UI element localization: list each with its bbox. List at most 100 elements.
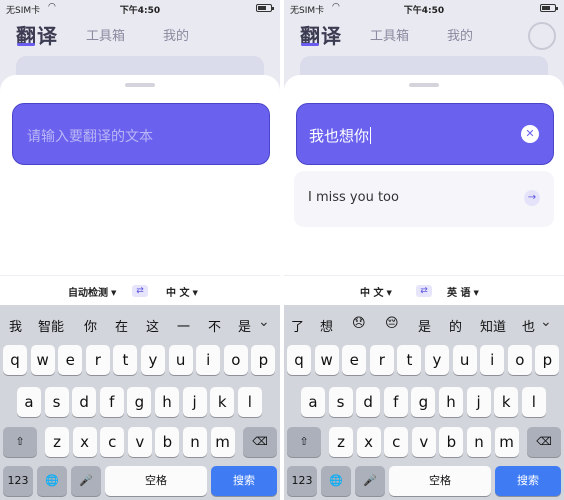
search-key[interactable]: 搜索: [211, 466, 277, 496]
tab-toolbox[interactable]: 工具箱: [370, 25, 409, 44]
tab-toolbox[interactable]: 工具箱: [86, 25, 125, 44]
search-key[interactable]: 搜索: [495, 466, 561, 496]
key-d[interactable]: d: [72, 387, 97, 417]
key-p[interactable]: p: [535, 345, 560, 375]
key-s[interactable]: s: [328, 387, 353, 417]
swap-arrows-icon[interactable]: ⇄: [132, 285, 148, 297]
key-z[interactable]: z: [329, 427, 353, 457]
key-q[interactable]: q: [3, 345, 27, 375]
translate-input[interactable]: 我也想你 ✕: [296, 103, 554, 165]
key-k[interactable]: k: [494, 387, 519, 417]
key-j[interactable]: j: [182, 387, 207, 417]
tab-mine[interactable]: 我的: [163, 25, 189, 44]
delete-key[interactable]: ⌫: [243, 427, 277, 457]
globe-icon[interactable]: 🌐: [37, 466, 67, 496]
shift-key[interactable]: ⇧: [3, 427, 37, 457]
key-h[interactable]: h: [439, 387, 463, 417]
space-key[interactable]: 空格: [105, 466, 207, 496]
key-a[interactable]: a: [17, 387, 41, 417]
globe-icon[interactable]: 🌐: [321, 466, 351, 496]
clear-x-icon[interactable]: ✕: [521, 125, 539, 143]
key-n[interactable]: n: [467, 427, 491, 457]
mic-icon[interactable]: 🎤: [355, 466, 385, 496]
key-v[interactable]: v: [411, 427, 436, 457]
target-language-select[interactable]: 英 语 ▼: [447, 284, 479, 299]
key-w[interactable]: w: [314, 345, 339, 375]
target-language-select[interactable]: 中 文 ▼: [166, 284, 198, 299]
key-f[interactable]: f: [383, 387, 408, 417]
candidate-item[interactable]: 是: [418, 316, 431, 335]
key-y[interactable]: y: [425, 345, 449, 375]
candidate-item[interactable]: 😞: [352, 316, 366, 331]
key-x[interactable]: x: [356, 427, 381, 457]
chevron-down-icon[interactable]: ⌄: [540, 314, 552, 330]
candidate-item[interactable]: 了: [291, 316, 304, 335]
key-o[interactable]: o: [507, 345, 532, 375]
candidate-item[interactable]: 是: [238, 316, 251, 335]
key-c[interactable]: c: [384, 427, 409, 457]
candidate-item[interactable]: 一: [177, 316, 190, 335]
candidate-item[interactable]: 你: [84, 316, 97, 335]
candidate-item[interactable]: 的: [449, 316, 462, 335]
key-i[interactable]: i: [480, 345, 505, 375]
key-r[interactable]: r: [369, 345, 394, 375]
key-s[interactable]: s: [44, 387, 69, 417]
sheet-grabber[interactable]: [125, 83, 155, 87]
candidate-item[interactable]: 也: [522, 316, 535, 335]
source-language-select[interactable]: 自动检测 ▼: [68, 284, 116, 299]
key-t[interactable]: t: [397, 345, 422, 375]
key-f[interactable]: f: [99, 387, 124, 417]
key-m[interactable]: m: [210, 427, 235, 457]
key-y[interactable]: y: [141, 345, 165, 375]
numbers-key[interactable]: 123: [3, 466, 33, 496]
key-n[interactable]: n: [183, 427, 207, 457]
key-k[interactable]: k: [210, 387, 235, 417]
swap-arrows-icon[interactable]: ⇄: [416, 285, 432, 297]
key-e[interactable]: e: [58, 345, 83, 375]
key-g[interactable]: g: [127, 387, 152, 417]
translate-input[interactable]: 请输入要翻译的文本: [12, 103, 270, 165]
space-key[interactable]: 空格: [389, 466, 491, 496]
key-p[interactable]: p: [251, 345, 276, 375]
candidate-item[interactable]: 不: [208, 316, 221, 335]
translation-result[interactable]: I miss you too →: [294, 171, 554, 227]
key-l[interactable]: l: [521, 387, 546, 417]
sheet-grabber[interactable]: [409, 83, 439, 87]
key-w[interactable]: w: [30, 345, 55, 375]
key-l[interactable]: l: [237, 387, 262, 417]
key-b[interactable]: b: [155, 427, 180, 457]
key-x[interactable]: x: [72, 427, 97, 457]
candidate-item[interactable]: 在: [115, 316, 128, 335]
source-language-select[interactable]: 中 文 ▼: [360, 284, 392, 299]
key-h[interactable]: h: [155, 387, 179, 417]
candidate-item[interactable]: 知道: [480, 316, 506, 335]
key-d[interactable]: d: [356, 387, 381, 417]
key-i[interactable]: i: [196, 345, 221, 375]
numbers-key[interactable]: 123: [287, 466, 317, 496]
key-j[interactable]: j: [466, 387, 491, 417]
key-g[interactable]: g: [411, 387, 436, 417]
candidate-item[interactable]: 😔: [385, 316, 399, 331]
key-r[interactable]: r: [85, 345, 110, 375]
shift-key[interactable]: ⇧: [287, 427, 321, 457]
key-o[interactable]: o: [223, 345, 248, 375]
key-u[interactable]: u: [452, 345, 477, 375]
key-t[interactable]: t: [113, 345, 138, 375]
key-a[interactable]: a: [301, 387, 325, 417]
key-z[interactable]: z: [45, 427, 69, 457]
candidate-item[interactable]: 我: [9, 316, 22, 335]
key-v[interactable]: v: [127, 427, 152, 457]
key-q[interactable]: q: [287, 345, 311, 375]
candidate-item[interactable]: 这: [146, 316, 159, 335]
key-m[interactable]: m: [494, 427, 519, 457]
arrow-right-icon[interactable]: →: [524, 190, 540, 206]
candidate-item[interactable]: 想: [320, 316, 333, 335]
mic-icon[interactable]: 🎤: [71, 466, 101, 496]
key-u[interactable]: u: [168, 345, 193, 375]
tab-mine[interactable]: 我的: [447, 25, 473, 44]
key-e[interactable]: e: [342, 345, 367, 375]
delete-key[interactable]: ⌫: [527, 427, 561, 457]
chevron-down-icon[interactable]: ⌄: [258, 314, 270, 330]
key-c[interactable]: c: [100, 427, 125, 457]
key-b[interactable]: b: [439, 427, 464, 457]
